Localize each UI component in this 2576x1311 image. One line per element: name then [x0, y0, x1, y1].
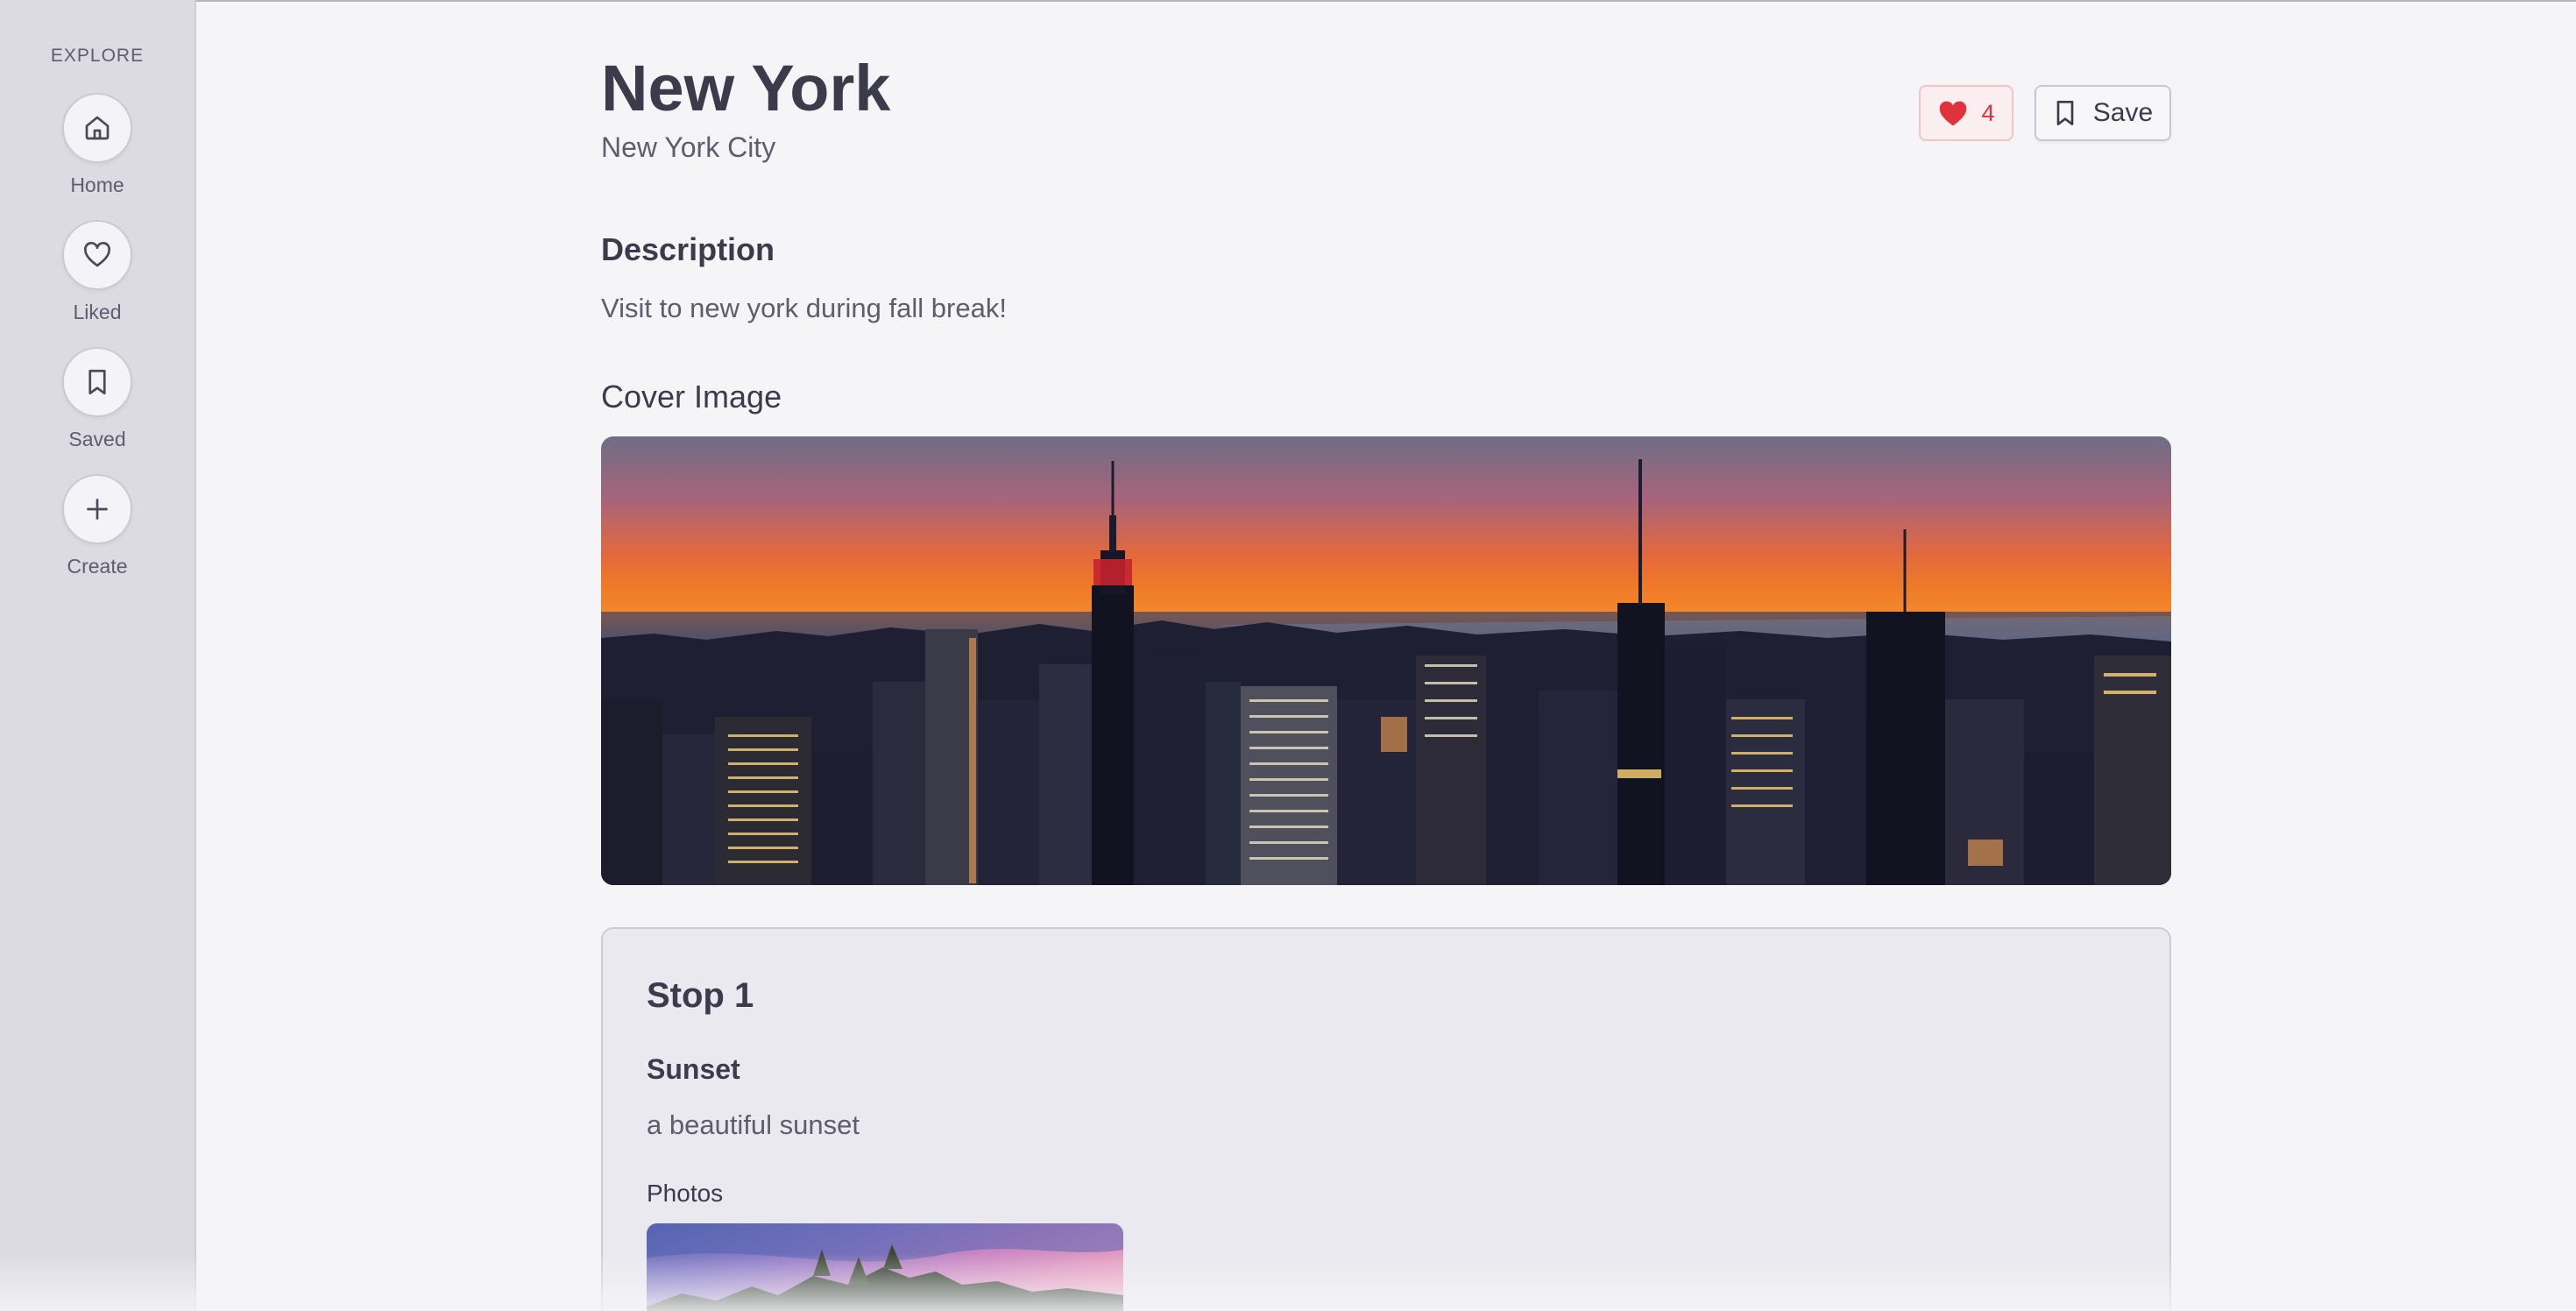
trip-detail-page: EXPLORE Home Liked Saved Create New York… — [0, 0, 2576, 1311]
stop-photo[interactable] — [647, 1223, 1123, 1311]
window-top-border — [0, 0, 2576, 2]
stop-card: Stop 1 Sunset a beautiful sunset Photos — [601, 927, 2171, 1311]
sidebar-item-label: Create — [67, 555, 128, 578]
save-label: Save — [2092, 98, 2154, 127]
description-text: Visit to new york during fall break! — [601, 293, 1007, 323]
stop-title: Stop 1 — [647, 976, 754, 1015]
like-button[interactable]: 4 — [1919, 85, 2013, 141]
saved-button[interactable] — [62, 347, 132, 417]
heart-icon — [84, 242, 110, 267]
bookmark-icon — [88, 369, 106, 395]
sidebar: EXPLORE Home Liked Saved Create — [0, 0, 196, 1311]
sidebar-item-label: Home — [70, 174, 124, 196]
plus-icon — [87, 499, 108, 520]
sidebar-heading: EXPLORE — [50, 46, 145, 66]
create-button[interactable] — [62, 474, 132, 544]
home-icon — [85, 116, 110, 140]
page-subtitle: New York City — [601, 131, 776, 163]
cover-image — [601, 436, 2171, 885]
stop-name: Sunset — [647, 1053, 740, 1085]
sidebar-item-label: Liked — [73, 301, 122, 323]
cover-image-label: Cover Image — [601, 379, 782, 415]
page-title: New York — [601, 52, 891, 124]
city-skyline-image — [601, 459, 2171, 885]
photos-label: Photos — [647, 1180, 724, 1207]
description-heading: Description — [601, 231, 775, 267]
liked-button[interactable] — [62, 220, 132, 290]
bookmark-icon — [2056, 101, 2074, 125]
stop-description: a beautiful sunset — [647, 1109, 860, 1140]
sidebar-item-label: Saved — [68, 428, 126, 450]
sunset-photo-image — [647, 1223, 1123, 1311]
save-button[interactable]: Save — [2035, 85, 2171, 141]
home-button[interactable] — [62, 93, 132, 163]
like-count: 4 — [1981, 99, 1995, 126]
heart-icon — [1940, 101, 1967, 126]
